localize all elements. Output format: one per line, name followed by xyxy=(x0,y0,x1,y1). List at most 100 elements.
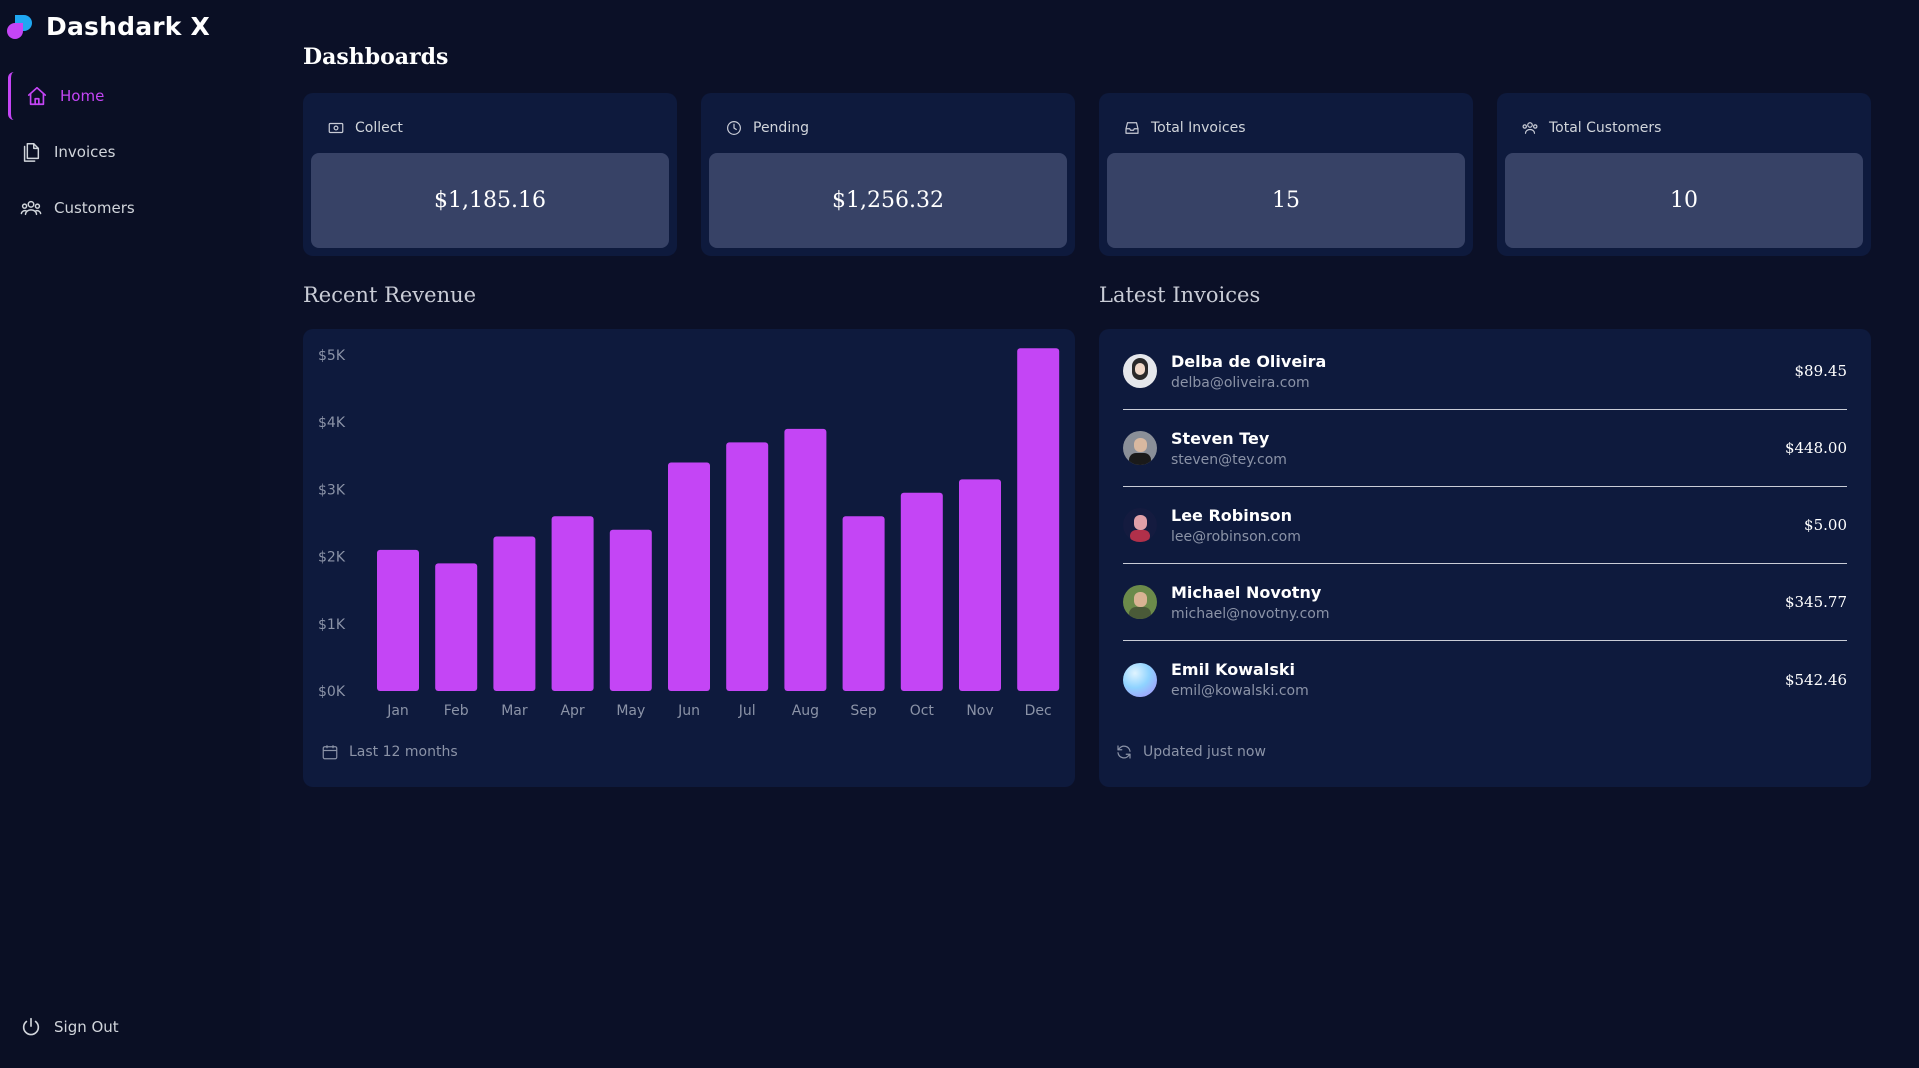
dashdark-logo-icon xyxy=(7,14,32,39)
sidebar-item-label: Home xyxy=(60,87,105,105)
brand[interactable]: Dashdark X xyxy=(6,12,210,41)
sidebar-nav: Home Invoices Customers xyxy=(8,72,248,240)
card-label: Collect xyxy=(355,120,403,136)
bar-sep[interactable] xyxy=(842,516,885,691)
invoice-amount: $542.46 xyxy=(1784,670,1847,689)
bar-oct[interactable] xyxy=(900,492,943,691)
x-tick-label: Jun xyxy=(677,703,700,719)
card-label: Total Customers xyxy=(1549,120,1662,136)
x-tick-label: Apr xyxy=(560,703,584,719)
sidebar-item-label: Customers xyxy=(54,199,135,217)
x-tick-label: Mar xyxy=(501,703,528,719)
power-icon xyxy=(22,1017,40,1036)
invoice-amount: $448.00 xyxy=(1784,439,1847,457)
revenue-title: Recent Revenue xyxy=(303,283,477,307)
document-icon xyxy=(23,143,40,162)
x-tick-label: Oct xyxy=(910,703,935,719)
sign-out-label: Sign Out xyxy=(54,1018,119,1036)
calendar-icon xyxy=(322,745,338,760)
x-tick-label: Jan xyxy=(386,703,409,719)
invoice-row[interactable]: Lee Robinson lee@robinson.com $5.00 xyxy=(1123,487,1847,564)
x-tick-label: Jul xyxy=(738,703,756,719)
card-pending: Pending $1,256.32 xyxy=(701,93,1075,256)
sidebar-item-home[interactable]: Home xyxy=(8,72,248,120)
y-tick-label: $0K xyxy=(318,684,346,700)
page-title: Dashboards xyxy=(303,44,449,70)
bar-jul[interactable] xyxy=(726,442,769,691)
chart-footer-label: Last 12 months xyxy=(349,744,458,760)
card-total-invoices: Total Invoices 15 xyxy=(1099,93,1473,256)
bar-jan[interactable] xyxy=(377,549,419,691)
bar-apr[interactable] xyxy=(551,516,594,691)
invoice-amount: $89.45 xyxy=(1794,362,1848,380)
bar-may[interactable] xyxy=(609,529,652,691)
bar-dec[interactable] xyxy=(1017,348,1060,691)
invoice-row[interactable]: Michael Novotny michael@novotny.com $345… xyxy=(1123,564,1847,641)
home-icon xyxy=(27,86,47,106)
avatar xyxy=(1123,585,1157,619)
bar-nov[interactable] xyxy=(959,479,1001,691)
invoice-customer-email: delba@oliveira.com xyxy=(1171,374,1310,391)
invoice-row[interactable]: Steven Tey steven@tey.com $448.00 xyxy=(1123,410,1847,487)
x-tick-label: May xyxy=(616,703,645,719)
app-name: Dashdark X xyxy=(46,12,210,41)
card-value: $1,185.16 xyxy=(311,153,669,248)
card-header: Total Customers xyxy=(1521,119,1661,137)
invoice-row[interactable]: Delba de Oliveira delba@oliveira.com $89… xyxy=(1123,333,1847,410)
invoice-customer-name: Delba de Oliveira xyxy=(1171,351,1327,371)
invoices-footer: Updated just now xyxy=(1115,743,1266,761)
card-value: 15 xyxy=(1107,153,1465,248)
banknote-icon xyxy=(328,122,344,134)
invoice-customer-name: Emil Kowalski xyxy=(1171,660,1295,679)
y-tick-label: $2K xyxy=(318,550,346,566)
refresh-icon xyxy=(1117,745,1131,759)
x-tick-label: Aug xyxy=(792,703,819,719)
revenue-chart-panel: $0K $1K $2K $3K $4K $5K Jan Feb Mar Apr May Jun Jul A… xyxy=(303,329,1075,787)
x-tick-label: Dec xyxy=(1025,703,1052,719)
y-tick-label: $1K xyxy=(318,617,346,633)
invoice-customer-email: lee@robinson.com xyxy=(1171,528,1301,545)
y-tick-label: $4K xyxy=(318,415,346,431)
sidebar-item-invoices[interactable]: Invoices xyxy=(8,128,248,176)
sidebar: Dashdark X Home Invoices Customers Sign … xyxy=(0,0,260,1068)
users-icon xyxy=(1522,122,1538,134)
avatar xyxy=(1123,662,1157,697)
revenue-chart: $0K $1K $2K $3K $4K $5K Jan Feb Mar Apr May Jun Jul A… xyxy=(318,348,1060,719)
card-collect: Collect $1,185.16 xyxy=(303,93,677,256)
card-total-customers: Total Customers 10 xyxy=(1497,93,1871,256)
x-tick-label: Nov xyxy=(966,703,993,719)
card-label: Total Invoices xyxy=(1151,120,1246,136)
invoices-title: Latest Invoices xyxy=(1099,283,1261,307)
x-tick-label: Sep xyxy=(850,703,877,719)
clock-icon xyxy=(727,121,741,135)
latest-invoices-panel: Delba de Oliveira delba@oliveira.com $89… xyxy=(1099,329,1871,787)
card-header: Collect xyxy=(327,119,403,137)
stat-cards: Collect $1,185.16 Pending $1,256.32 Tota… xyxy=(303,93,1871,256)
invoice-customer-email: emil@kowalski.com xyxy=(1171,683,1309,699)
card-value: $1,256.32 xyxy=(709,153,1067,248)
card-value: 10 xyxy=(1505,153,1863,248)
card-header: Pending xyxy=(725,119,809,137)
chart-footer: Last 12 months xyxy=(321,743,458,761)
users-icon xyxy=(20,200,42,216)
invoice-customer-name: Michael Novotny xyxy=(1171,582,1322,602)
x-tick-label: Feb xyxy=(444,703,469,719)
card-header: Total Invoices xyxy=(1123,119,1246,137)
sign-out-button[interactable]: Sign Out xyxy=(20,1016,119,1038)
invoice-customer-name: Lee Robinson xyxy=(1171,505,1293,525)
invoice-row[interactable]: Emil Kowalski emil@kowalski.com $542.46 xyxy=(1123,641,1847,718)
y-tick-label: $5K xyxy=(318,348,346,364)
invoice-customer-name: Steven Tey xyxy=(1171,428,1270,448)
avatar xyxy=(1123,354,1157,388)
invoices-footer-label: Updated just now xyxy=(1143,744,1266,760)
invoice-customer-email: steven@tey.com xyxy=(1171,451,1287,468)
bar-jun[interactable] xyxy=(668,462,710,691)
avatar xyxy=(1123,508,1157,542)
sidebar-item-customers[interactable]: Customers xyxy=(8,184,248,232)
avatar xyxy=(1123,431,1157,465)
sidebar-item-label: Invoices xyxy=(54,143,116,161)
bar-mar[interactable] xyxy=(493,536,536,691)
bar-aug[interactable] xyxy=(784,428,827,691)
card-label: Pending xyxy=(753,120,809,136)
bar-feb[interactable] xyxy=(435,563,478,691)
